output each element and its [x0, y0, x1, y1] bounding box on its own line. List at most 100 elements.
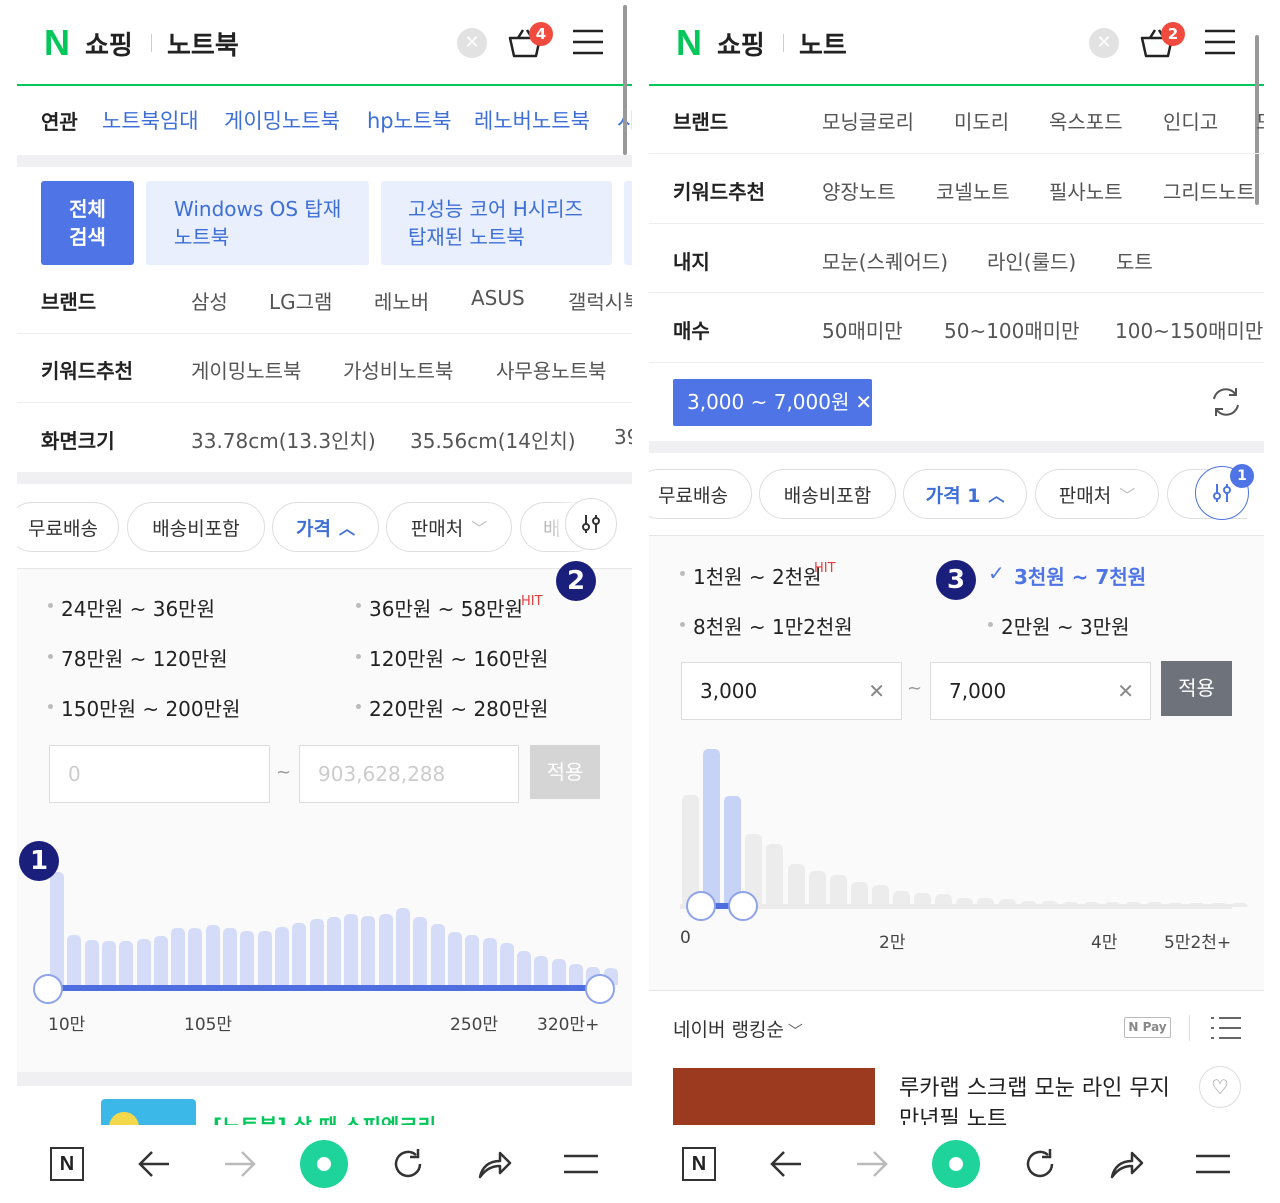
naver-logo[interactable]: N — [676, 22, 702, 64]
filter-value[interactable]: 39 — [614, 425, 632, 449]
related-item[interactable]: 게이밍노트북 — [224, 105, 340, 135]
filter-settings-button[interactable] — [565, 498, 617, 550]
min-price-input[interactable]: 0 — [49, 745, 270, 803]
filter-value[interactable]: 그리드노트 — [1163, 176, 1255, 205]
min-price-input[interactable]: 3,000 ✕ — [681, 662, 902, 720]
filter-value[interactable]: 100~150매미만 — [1115, 315, 1263, 344]
filter-value[interactable]: 갤럭시북 — [568, 286, 632, 315]
tab-shipping-included[interactable]: 배송비포함 — [127, 502, 265, 552]
tab-seller[interactable]: 판매처 ﹀ — [1035, 469, 1159, 519]
product-title-line[interactable]: 만년필 노트 — [899, 1101, 1007, 1125]
refresh-icon[interactable] — [1023, 1147, 1057, 1181]
browser-menu-icon[interactable] — [1196, 1154, 1230, 1174]
filter-value[interactable]: 50~100매미만 — [944, 315, 1080, 344]
remove-filter-icon[interactable]: ✕ — [855, 390, 872, 414]
green-dot-home-icon[interactable] — [932, 1140, 980, 1188]
naver-logo[interactable]: N — [44, 22, 70, 64]
related-item[interactable]: hp노트북 — [367, 105, 452, 135]
filter-value[interactable]: 게이밍노트북 — [191, 355, 301, 384]
menu-icon[interactable] — [572, 28, 604, 56]
product-title-line[interactable]: 루카랩 스크랩 모눈 라인 무지 — [899, 1070, 1170, 1102]
price-option[interactable]: 2만원 ~ 3만원 — [1001, 611, 1130, 640]
chip-windows[interactable]: Windows OS 탑재 노트북 — [146, 181, 369, 265]
green-dot-home-icon[interactable] — [300, 1140, 348, 1188]
tab-seller[interactable]: 판매처 ﹀ — [386, 502, 512, 552]
filter-value[interactable]: 사무용노트북 — [496, 355, 606, 384]
tab-price[interactable]: 가격 ︿ — [272, 502, 379, 552]
clear-max-icon[interactable]: ✕ — [1117, 679, 1134, 703]
price-option[interactable]: 78만원 ~ 120만원 — [61, 643, 228, 672]
filter-value[interactable]: 레노버 — [374, 286, 429, 315]
shopping-label[interactable]: 쇼핑 — [717, 25, 765, 62]
product-thumbnail[interactable] — [673, 1068, 875, 1125]
apply-button[interactable]: 적용 — [530, 745, 600, 799]
clear-search-icon[interactable]: ✕ — [1089, 28, 1119, 58]
back-arrow-icon[interactable] — [769, 1149, 803, 1179]
tab-shipping-included[interactable]: 배송비포함 — [759, 469, 896, 519]
back-arrow-icon[interactable] — [137, 1149, 171, 1179]
filter-value[interactable]: 35.56cm(14인치) — [410, 425, 576, 454]
promo-text[interactable]: [노트북] 살 때 스피엑크리 — [213, 1110, 436, 1125]
chip-next[interactable] — [624, 181, 632, 265]
naver-home-icon[interactable]: N — [50, 1147, 84, 1181]
filter-value[interactable]: 도트 — [1116, 246, 1153, 275]
related-label: 연관 — [41, 110, 78, 134]
tab-free-shipping[interactable]: 무료배송 — [649, 469, 752, 519]
filter-value[interactable]: 미도리 — [954, 106, 1009, 135]
price-option[interactable]: 220만원 ~ 280만원 — [369, 693, 548, 722]
range-handle-min[interactable] — [33, 974, 63, 1004]
filter-value[interactable]: 가성비노트북 — [343, 355, 453, 384]
range-handle-min[interactable] — [686, 891, 716, 921]
menu-icon[interactable] — [1204, 28, 1236, 56]
max-price-input[interactable]: 7,000 ✕ — [930, 662, 1151, 720]
max-price-input[interactable]: 903,628,288 — [299, 745, 519, 803]
shopping-label[interactable]: 쇼핑 — [85, 25, 133, 62]
price-option-selected[interactable]: 3천원 ~ 7천원 — [1014, 561, 1146, 590]
filter-value[interactable]: 라인(룰드) — [987, 246, 1076, 275]
refresh-icon[interactable] — [391, 1147, 425, 1181]
filter-value[interactable]: 모닝글로리 — [822, 106, 914, 135]
price-option[interactable]: 150만원 ~ 200만원 — [61, 693, 240, 722]
related-item[interactable]: 노트북임대 — [102, 105, 199, 135]
apply-button[interactable]: 적용 — [1161, 661, 1232, 716]
filter-value[interactable]: 모 — [1256, 106, 1264, 135]
chip-h-series[interactable]: 고성능 코어 H시리즈 탑재된 노트북 — [381, 181, 612, 265]
share-icon[interactable] — [1109, 1147, 1145, 1181]
share-icon[interactable] — [477, 1147, 513, 1181]
wishlist-heart-icon[interactable]: ♡ — [1199, 1066, 1241, 1108]
tab-price[interactable]: 가격 1 ︿ — [903, 469, 1027, 519]
filter-value[interactable]: 인디고 — [1163, 106, 1218, 135]
chip-all-search[interactable]: 전체 검색 — [41, 181, 134, 265]
clear-min-icon[interactable]: ✕ — [868, 679, 885, 703]
scrollbar[interactable] — [623, 5, 627, 155]
price-option[interactable]: 8천원 ~ 1만2천원 — [693, 611, 853, 640]
tab-free-shipping[interactable]: 무료배송 — [17, 502, 119, 552]
filter-value[interactable]: ASUS — [471, 286, 525, 310]
range-handle-max[interactable] — [585, 974, 615, 1004]
filter-value[interactable]: 33.78cm(13.3인치) — [191, 425, 376, 454]
sort-dropdown[interactable]: 네이버 랭킹순 ﹀ — [673, 1015, 803, 1042]
filter-value[interactable]: 옥스포드 — [1049, 106, 1123, 135]
price-option[interactable]: 1천원 ~ 2천원 — [693, 561, 822, 590]
related-item[interactable]: 레노버노트북 — [474, 105, 590, 135]
naver-home-icon[interactable]: N — [682, 1147, 716, 1181]
filter-value[interactable]: 50매미만 — [822, 315, 903, 344]
filter-value[interactable]: LG그램 — [269, 286, 332, 315]
range-handle-max[interactable] — [728, 891, 758, 921]
search-query[interactable]: 노트 — [799, 25, 847, 62]
price-option[interactable]: 120만원 ~ 160만원 — [369, 643, 548, 672]
list-view-icon[interactable] — [1209, 1015, 1243, 1041]
price-option[interactable]: 24만원 ~ 36만원 — [61, 593, 215, 622]
reset-filters-icon[interactable] — [1209, 385, 1243, 419]
filter-value[interactable]: 삼성 — [191, 286, 228, 315]
active-filter-chip[interactable]: 3,000 ~ 7,000원 ✕ — [673, 379, 872, 426]
search-query[interactable]: 노트북 — [167, 25, 239, 62]
filter-value[interactable]: 필사노트 — [1049, 176, 1123, 205]
filter-value[interactable]: 모눈(스퀘어드) — [822, 246, 948, 275]
clear-search-icon[interactable]: ✕ — [457, 28, 487, 58]
browser-menu-icon[interactable] — [564, 1154, 598, 1174]
npay-filter-icon[interactable]: N Pay — [1124, 1017, 1171, 1038]
filter-value[interactable]: 양장노트 — [822, 176, 896, 205]
filter-value[interactable]: 코넬노트 — [936, 176, 1010, 205]
price-option[interactable]: 36만원 ~ 58만원 — [369, 593, 523, 622]
